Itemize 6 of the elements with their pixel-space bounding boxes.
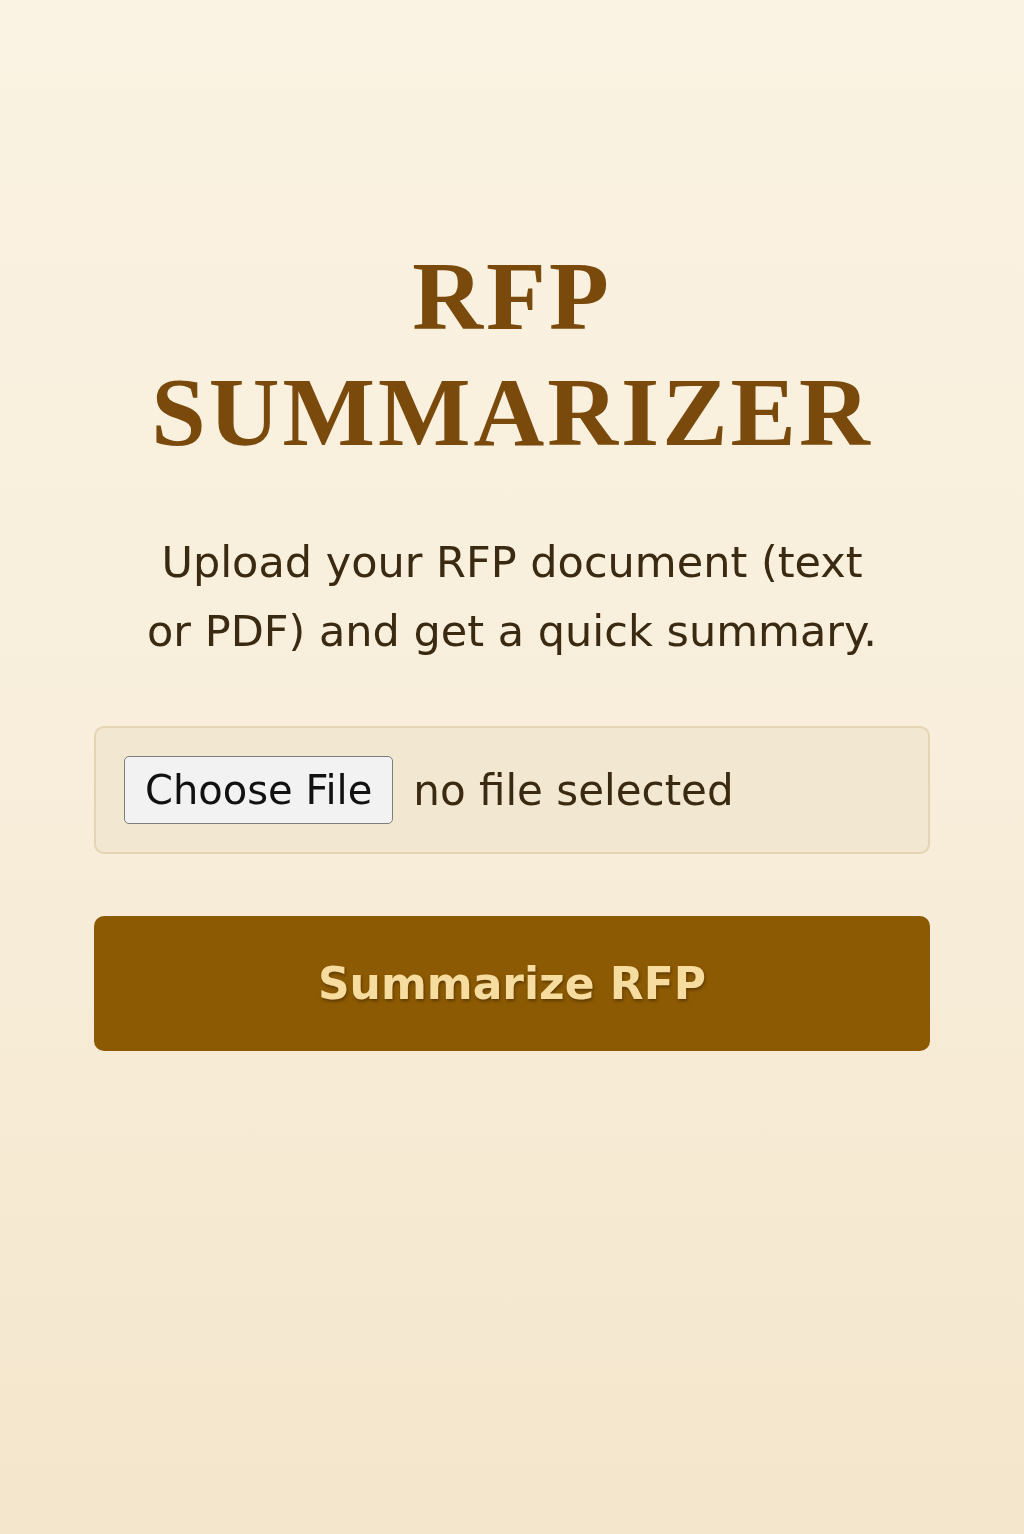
summarize-button[interactable]: Summarize RFP — [94, 916, 930, 1051]
choose-file-button[interactable]: Choose File — [124, 756, 394, 824]
file-status-text: no file selected — [413, 765, 734, 815]
app-description: Upload your RFP document (text or PDF) and get a quick summary. — [146, 536, 878, 658]
file-upload-field[interactable]: Choose File no file selected — [94, 726, 930, 854]
app-title: RFP SUMMARIZER — [150, 241, 874, 468]
